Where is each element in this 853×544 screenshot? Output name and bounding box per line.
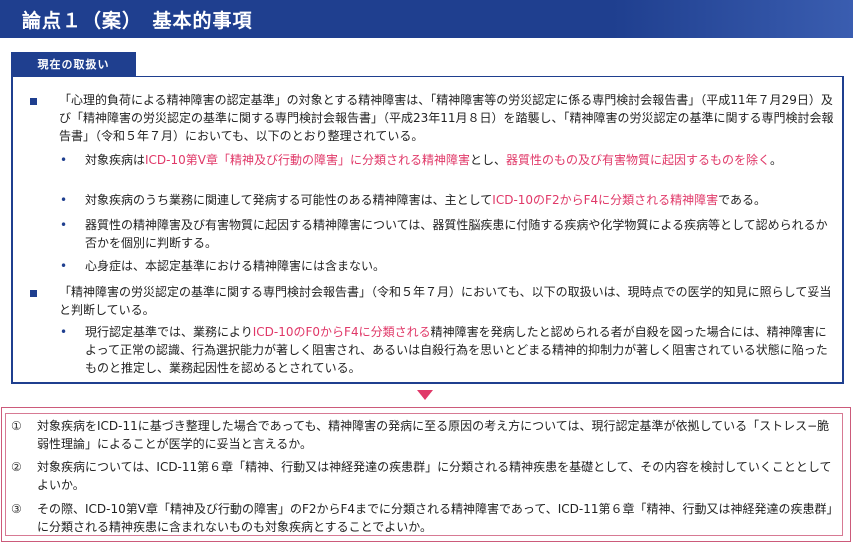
sub-item-organic: 器質性の精神障害及び有害物質に起因する精神障害については、器質性脳疾患に付随する…	[85, 218, 828, 250]
issue-number-2: ②	[11, 460, 22, 474]
issue-number-1: ①	[11, 419, 22, 433]
sub-item-target-diseases: 対象疾病はICD-10第Ⅴ章「精神及び行動の障害」に分類される精神障害とし、器質…	[85, 151, 833, 169]
issue-2-text: 対象疾病については、ICD-11第６章「精神、行動又は神経発達の疾患群」に分類さ…	[37, 460, 832, 492]
issue-number-3: ③	[11, 502, 22, 516]
sub-item-psychosomatic: 心身症は、本認定基準における精神障害には含まない。	[85, 259, 386, 273]
down-arrow-icon	[417, 390, 433, 400]
current-paragraph-2: 「精神障害の労災認定の基準に関する専門検討会報告書」（令和５年７月）においても、…	[59, 285, 832, 317]
highlight-exclusion: 器質性のもの及び有害物質に起因するものを除く	[506, 153, 771, 167]
dot-bullet-icon: •	[60, 325, 68, 339]
dot-bullet-icon: •	[60, 193, 68, 207]
sub-item-work-related: 対象疾病のうち業務に関連して発病する可能性のある精神障害は、主としてICD-10…	[85, 191, 837, 209]
sub-item-text: である。	[718, 193, 767, 207]
dot-bullet-icon: •	[60, 218, 68, 232]
sub-item-text: 対象疾病は	[85, 153, 146, 167]
square-bullet-icon	[30, 98, 37, 105]
highlight-f0-f4: ICD-10のF0からF4に分類される	[252, 325, 431, 339]
sub-item-suicide: 現行認定基準では、業務によりICD-10のF0からF4に分類される精神障害を発病…	[85, 323, 837, 377]
sub-item-text: 現行認定基準では、業務により	[85, 325, 253, 339]
sub-item-text: 。	[770, 153, 783, 167]
current-paragraph-1: 「心理的負荷による精神障害の認定基準」の対象とする精神障害は、「精神障害等の労災…	[59, 93, 834, 143]
section-tab-current: 現在の取扱い	[11, 52, 136, 77]
title-bar: 論点１（案） 基本的事項	[0, 0, 853, 38]
title-bar-gradient	[613, 0, 853, 38]
highlight-f2-f4: ICD-10のF2からF4に分類される精神障害	[492, 193, 719, 207]
sub-item-text: 対象疾病のうち業務に関連して発病する可能性のある精神障害は、主として	[85, 193, 493, 207]
highlight-icd10-ch5: ICD-10第Ⅴ章「精神及び行動の障害」に分類される精神障害	[145, 153, 470, 167]
issue-1-text: 対象疾病をICD-11に基づき整理した場合であっても、精神障害の発病に至る原因の…	[37, 419, 830, 451]
square-bullet-icon	[30, 290, 37, 297]
sub-item-text: とし、	[470, 153, 507, 167]
dot-bullet-icon: •	[60, 153, 68, 167]
page-title: 論点１（案） 基本的事項	[22, 10, 253, 32]
issue-3-text: その際、ICD-10第Ⅴ章「精神及び行動の障害」のF2からF4までに分類される精…	[37, 502, 833, 534]
dot-bullet-icon: •	[60, 259, 68, 273]
